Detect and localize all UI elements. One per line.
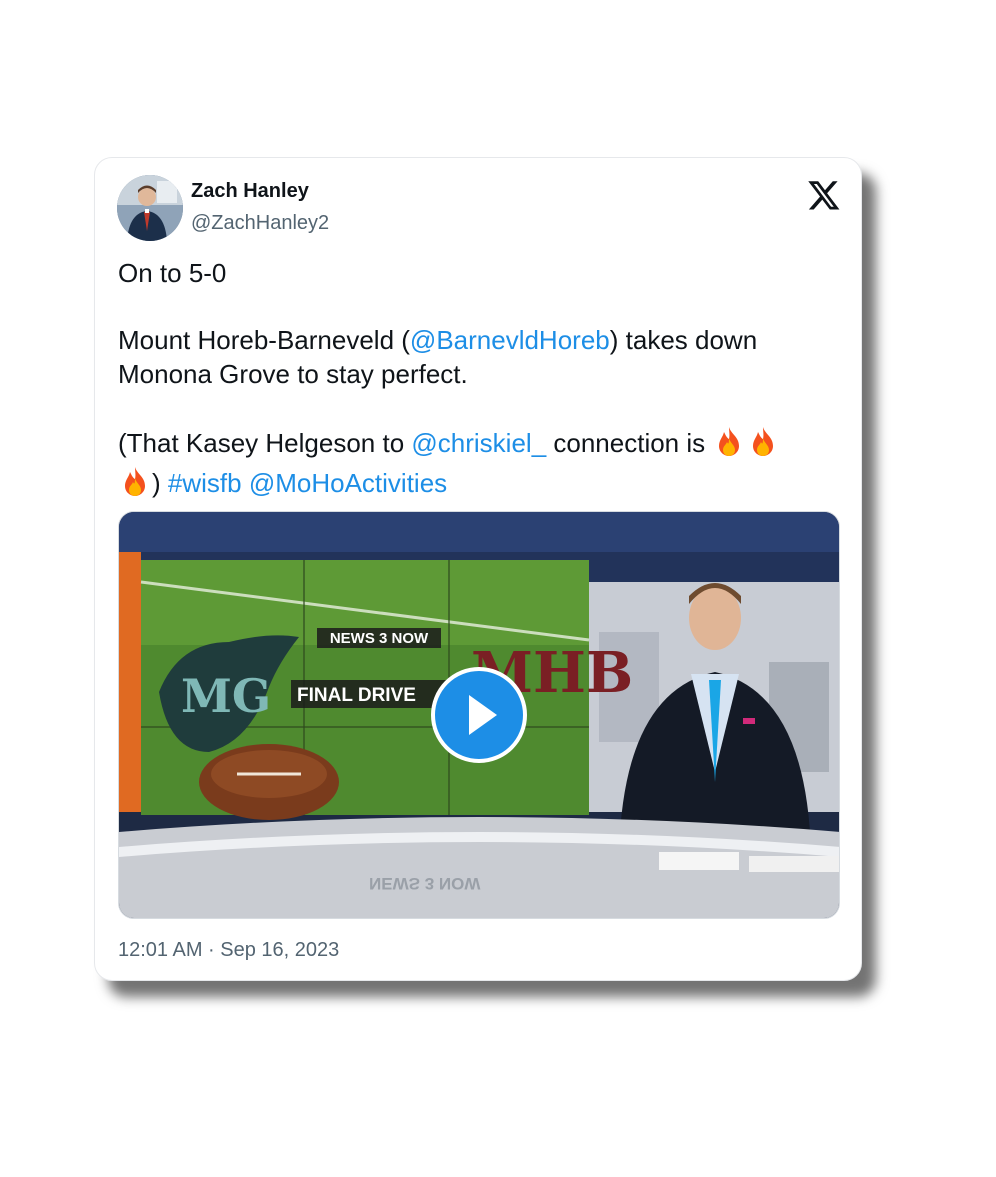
author-avatar[interactable]	[117, 175, 183, 241]
tweet-line-1: On to 5-0	[118, 258, 227, 288]
mention-link[interactable]: @MoHoActivities	[249, 468, 447, 498]
tweet-paragraph-2: Mount Horeb-Barneveld (@BarnevldHoreb) t…	[118, 324, 838, 391]
author-name[interactable]: Zach Hanley	[191, 180, 309, 203]
news-logo-text: NEWS 3 NOW	[330, 630, 429, 647]
tweet-paragraph-3: (That Kasey Helgeson to @chriskiel_ conn…	[118, 425, 838, 506]
mention-link[interactable]: @BarnevldHoreb	[410, 325, 610, 355]
tweet-text-segment: )	[152, 468, 161, 498]
team-left-logo: MG	[181, 669, 271, 723]
fire-emoji-icon	[746, 425, 780, 466]
x-logo-icon[interactable]	[807, 178, 841, 212]
fire-emoji-icon	[712, 425, 746, 466]
tweet-timestamp[interactable]: 12:01 AM · Sep 16, 2023	[118, 939, 339, 962]
tweet-text-segment: Mount Horeb-Barneveld (	[118, 325, 410, 355]
play-button[interactable]	[431, 667, 527, 763]
hashtag-link[interactable]: #wisfb	[168, 468, 242, 498]
tweet-text-segment: connection is	[546, 427, 713, 458]
author-handle[interactable]: @ZachHanley2	[191, 212, 329, 235]
play-icon	[469, 695, 497, 735]
desk-reflection-text: NEWS 3 NOW	[369, 874, 481, 893]
mention-link[interactable]: @chriskiel_	[411, 428, 546, 458]
final-drive-text: FINAL DRIVE	[297, 685, 416, 706]
tweet-card: Zach Hanley @ZachHanley2 On to 5-0 Mount…	[94, 157, 862, 981]
tweet-text: On to 5-0 Mount Horeb-Barneveld (@Barnev…	[118, 257, 838, 506]
video-thumbnail[interactable]: MG NEWS 3 NOW FINAL DRIVE MHB NEWS 3 NOW	[118, 511, 840, 919]
fire-emoji-icon	[118, 465, 152, 506]
tweet-text-segment: (That Kasey Helgeson to	[118, 427, 412, 458]
